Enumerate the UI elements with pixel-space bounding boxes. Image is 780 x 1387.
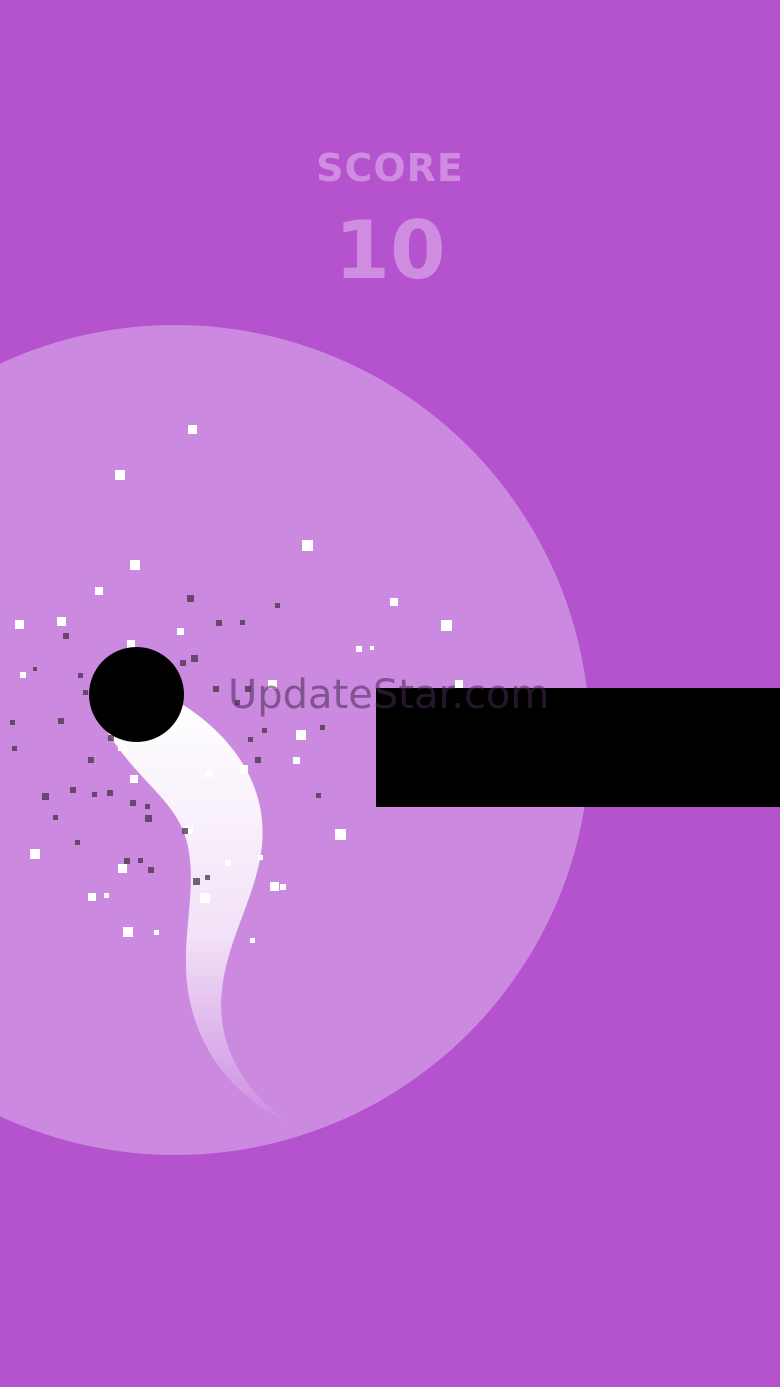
particle [240, 765, 248, 773]
particle [88, 757, 94, 763]
particle [118, 742, 127, 751]
particle [10, 720, 15, 725]
particle [107, 790, 113, 796]
particle [320, 725, 325, 730]
particle [130, 775, 138, 783]
particle [316, 793, 321, 798]
particle [390, 598, 398, 606]
particle [83, 690, 88, 695]
particle [240, 620, 245, 625]
particle [30, 849, 40, 859]
particle [255, 757, 261, 763]
particle [200, 893, 210, 903]
particle [58, 718, 64, 724]
particle [270, 882, 279, 891]
particle [302, 540, 313, 551]
particle [225, 860, 231, 866]
particle [205, 770, 212, 777]
particle [258, 855, 263, 860]
particle [187, 595, 194, 602]
particle [118, 864, 127, 873]
particle [70, 787, 76, 793]
particle [42, 793, 49, 800]
particle [63, 633, 69, 639]
particle [154, 930, 159, 935]
particle [275, 603, 280, 608]
game-stage[interactable]: SCORE 10 UpdateStar.com [0, 0, 780, 1387]
particle [191, 655, 198, 662]
particle [293, 757, 300, 764]
particle [124, 858, 130, 864]
particle [182, 828, 188, 834]
watermark: UpdateStar.com [228, 672, 550, 718]
player-ball[interactable] [89, 647, 184, 742]
particle [145, 804, 150, 809]
particle [75, 840, 80, 845]
particle [88, 893, 96, 901]
particle [15, 620, 24, 629]
particle [356, 646, 362, 652]
particle [216, 620, 222, 626]
particle [130, 800, 136, 806]
particle [335, 829, 346, 840]
particle [95, 587, 103, 595]
particle [441, 620, 452, 631]
particle [188, 425, 197, 434]
particle [20, 672, 26, 678]
particle [296, 730, 306, 740]
particle [205, 875, 210, 880]
particle [33, 667, 37, 671]
particle [280, 884, 286, 890]
particle [148, 867, 154, 873]
particle [180, 660, 186, 666]
particle [92, 792, 97, 797]
particle [130, 560, 140, 570]
particle [262, 728, 267, 733]
particle [115, 470, 125, 480]
particle [57, 617, 66, 626]
particle [248, 737, 253, 742]
particle [213, 686, 219, 692]
particle [370, 646, 374, 650]
particle [123, 927, 133, 937]
particle [193, 878, 200, 885]
particle [145, 815, 152, 822]
particle [53, 815, 58, 820]
particle [104, 893, 109, 898]
particle [78, 673, 83, 678]
particle [12, 746, 17, 751]
particle [177, 628, 184, 635]
particle [250, 938, 255, 943]
particle [138, 858, 143, 863]
